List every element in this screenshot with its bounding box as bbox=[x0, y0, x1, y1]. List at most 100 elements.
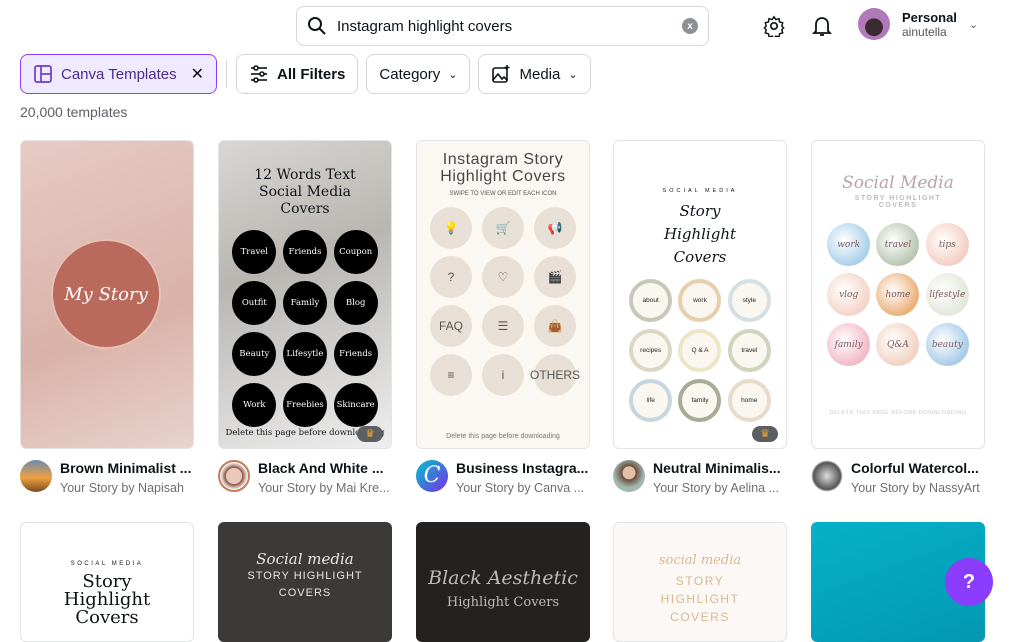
template-card[interactable]: Black Aesthetic Highlight Covers bbox=[416, 522, 590, 642]
template-card[interactable]: 12 Words Text Social Media Covers Travel… bbox=[218, 140, 392, 449]
template-meta[interactable]: C Business Instagra... Your Story by Canva… bbox=[416, 460, 596, 495]
thumb-heading: Social Media bbox=[842, 173, 954, 193]
help-button[interactable]: ? bbox=[945, 558, 993, 606]
thumb-text: My Story bbox=[64, 283, 148, 305]
thumb-highlight-label: i bbox=[501, 368, 505, 382]
template-title[interactable]: Brown Minimalist ... bbox=[60, 460, 195, 476]
image-sparkle-icon bbox=[492, 65, 510, 83]
premium-crown-icon: ♛ bbox=[357, 426, 383, 442]
template-card[interactable]: SOCIAL MEDIA Story Highlight Covers bbox=[20, 522, 194, 642]
canva-logo: C bbox=[416, 460, 448, 492]
category-label: Category bbox=[379, 65, 441, 83]
template-meta[interactable]: Neutral Minimalis... Your Story by Aelina… bbox=[613, 460, 793, 495]
thumb-highlight-circle: lifestyle bbox=[925, 273, 969, 316]
template-meta[interactable]: Colorful Watercol... Your Story by NassyA… bbox=[811, 460, 991, 495]
thumb-highlight-circle: Friends bbox=[282, 230, 327, 274]
thumb-highlight-label: Lifesytle bbox=[286, 349, 324, 359]
account-menu[interactable]: Personal ainutella ⌄ bbox=[858, 8, 978, 40]
thumb-highlight-label: work bbox=[837, 239, 861, 250]
template-card[interactable]: social media STORY HIGHLIGHT COVERS bbox=[613, 522, 787, 642]
template-title[interactable]: Colorful Watercol... bbox=[851, 460, 986, 476]
thumb-highlight-label: ♡ bbox=[497, 270, 509, 284]
thumb-highlight-circle: vlog bbox=[827, 273, 871, 316]
thumb-highlight-label: Family bbox=[290, 298, 320, 308]
thumb-highlight-label: Q&A bbox=[887, 339, 909, 350]
account-name: Personal bbox=[902, 9, 957, 25]
template-card[interactable]: Social media STORY HIGHLIGHT COVERS bbox=[218, 522, 392, 642]
thumb-highlight-label: 👜 bbox=[547, 319, 563, 333]
thumb-highlight-circle: Skincare bbox=[333, 383, 378, 427]
gear-icon bbox=[763, 15, 785, 37]
bell-icon bbox=[812, 17, 832, 36]
thumb-sub: SWIPE TO VIEW OR EDIT EACH ICON bbox=[449, 191, 557, 197]
author-avatar bbox=[218, 460, 250, 492]
thumb-heading: Story Highlight Covers bbox=[63, 571, 151, 628]
template-title[interactable]: Neutral Minimalis... bbox=[653, 460, 788, 476]
thumb-highlight-label: 🎬 bbox=[547, 270, 563, 284]
clear-search-button[interactable]: x bbox=[682, 18, 698, 34]
thumb-footer: Delete this page before downloading bbox=[446, 433, 560, 440]
template-card[interactable]: My Story bbox=[20, 140, 194, 449]
template-icon bbox=[34, 65, 52, 83]
template-meta[interactable]: Black And White ... Your Story by Mai Kre… bbox=[218, 460, 398, 495]
search-icon bbox=[308, 17, 326, 35]
template-card[interactable]: Instagram Story Highlight Covers SWIPE T… bbox=[416, 140, 590, 449]
thumb-highlight-circle: ♡ bbox=[482, 256, 524, 298]
thumb-highlight-label: Travel bbox=[240, 247, 268, 257]
author-avatar bbox=[20, 460, 52, 492]
thumb-highlight-circle: work bbox=[827, 223, 871, 266]
template-title[interactable]: Black And White ... bbox=[258, 460, 393, 476]
thumb-highlight-label: work bbox=[693, 297, 707, 304]
thumb-highlight-circle: Freebies bbox=[282, 383, 327, 427]
thumb-highlight-label: family bbox=[691, 397, 709, 404]
close-icon[interactable]: ✕ bbox=[191, 64, 204, 84]
thumb-highlight-label: beauty bbox=[931, 339, 963, 350]
thumb-highlight-label: Skincare bbox=[336, 400, 375, 410]
thumb-highlight-circle: Lifesytle bbox=[282, 332, 327, 376]
template-author: Your Story by Aelina ... bbox=[653, 481, 780, 495]
all-filters-button[interactable]: All Filters bbox=[236, 54, 359, 94]
thumb-highlight-circle: family bbox=[678, 379, 722, 422]
thumb-highlight-label: Outfit bbox=[241, 298, 267, 308]
thumb-highlight-circle: Coupon bbox=[333, 230, 378, 274]
thumb-heading: STORY HIGHLIGHT COVERS bbox=[660, 574, 740, 624]
thumb-highlight-circle: Work bbox=[232, 383, 277, 427]
chevron-down-icon: ⌄ bbox=[448, 68, 458, 81]
thumb-highlight-circle: FAQ bbox=[430, 305, 472, 347]
media-dropdown[interactable]: Media ⌄ bbox=[478, 54, 591, 94]
thumb-highlight-label: 💡 bbox=[443, 221, 459, 235]
search-input[interactable] bbox=[337, 17, 682, 35]
template-author: Your Story by Mai Kre... bbox=[258, 481, 390, 495]
thumb-heading: STORY HIGHLIGHT COVERS bbox=[247, 570, 363, 599]
chevron-down-icon: ⌄ bbox=[568, 68, 578, 81]
template-card[interactable]: Social Media STORY HIGHLIGHT COVERS work… bbox=[811, 140, 985, 449]
thumb-highlight-label: style bbox=[742, 297, 756, 304]
thumb-highlight-circle: Friends bbox=[333, 332, 378, 376]
thumb-highlight-label: about bbox=[642, 297, 659, 304]
template-card[interactable]: SOCIAL MEDIA Story Highlight Covers abou… bbox=[613, 140, 787, 449]
thumb-highlight-circle: Blog bbox=[333, 281, 378, 325]
category-dropdown[interactable]: Category ⌄ bbox=[366, 54, 471, 94]
search-bar[interactable]: x bbox=[296, 6, 709, 46]
thumb-highlight-label: Friends bbox=[339, 349, 373, 359]
notifications-button[interactable] bbox=[808, 12, 836, 40]
thumb-highlight-circle: travel bbox=[876, 223, 920, 266]
thumb-highlight-label: vlog bbox=[839, 289, 859, 300]
thumb-highlight-label: family bbox=[834, 339, 863, 350]
thumb-highlight-label: travel bbox=[884, 239, 912, 250]
thumb-highlight-circle: 📢 bbox=[534, 207, 576, 249]
premium-crown-icon: ♛ bbox=[752, 426, 778, 442]
template-meta[interactable]: Brown Minimalist ... Your Story by Napisa… bbox=[20, 460, 200, 495]
thumb-highlight-circle: recipes bbox=[629, 329, 673, 372]
thumb-highlight-label: Beauty bbox=[239, 349, 270, 359]
template-title[interactable]: Business Instagra... bbox=[456, 460, 591, 476]
thumb-highlight-label: recipes bbox=[640, 347, 662, 354]
settings-button[interactable] bbox=[760, 12, 788, 40]
thumb-highlight-label: ☰ bbox=[497, 319, 509, 333]
thumb-highlight-label: ? bbox=[447, 270, 455, 284]
canva-templates-filter[interactable]: Canva Templates ✕ bbox=[20, 54, 218, 94]
thumb-highlight-circle: 🛒 bbox=[482, 207, 524, 249]
account-username: ainutella bbox=[902, 24, 947, 39]
canva-templates-label: Canva Templates bbox=[61, 65, 177, 83]
thumb-highlight-circle: Q & A bbox=[678, 329, 722, 372]
